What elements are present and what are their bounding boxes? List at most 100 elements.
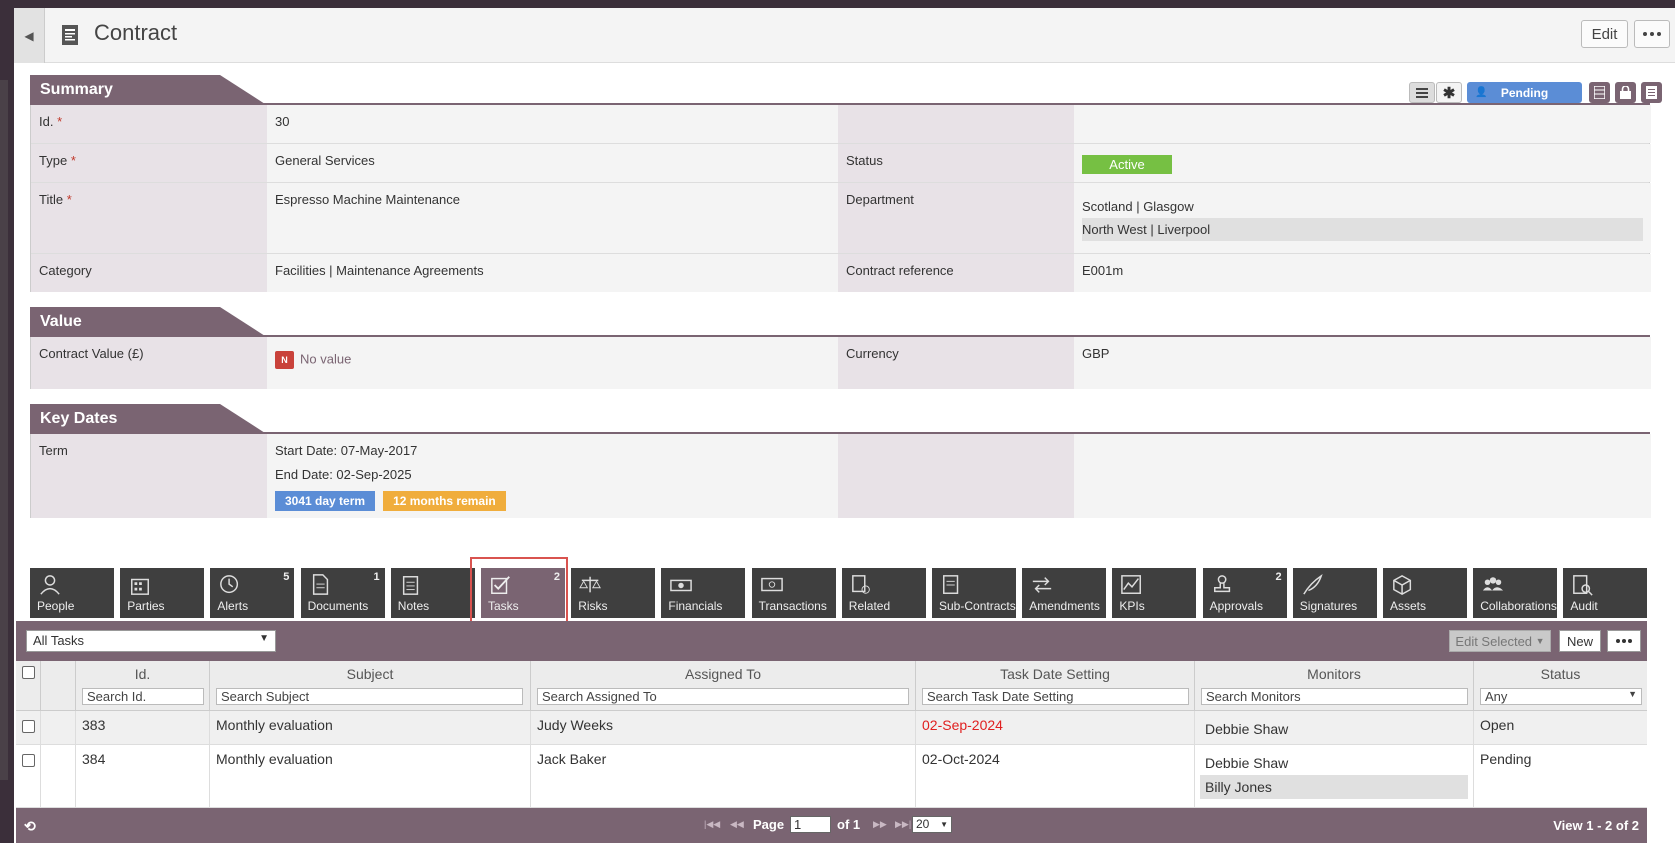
edit-button[interactable]: Edit (1581, 20, 1628, 48)
row-checkbox[interactable] (22, 720, 35, 733)
term-value-cell: Start Date: 07-May-2017 End Date: 02-Sep… (267, 434, 838, 518)
col-assigned[interactable]: Assigned To Search Assigned To (531, 661, 916, 711)
row-select-cell (16, 711, 41, 744)
search-id-input[interactable]: Search Id. (82, 688, 204, 705)
more-options-button[interactable] (1634, 20, 1670, 48)
tab-kpis[interactable]: KPIs (1112, 568, 1197, 618)
tab-collaborations[interactable]: Collaborations (1473, 568, 1558, 618)
prev-page-icon[interactable]: ◀◀ (730, 819, 744, 830)
document-button[interactable] (1641, 82, 1662, 103)
tab-transactions[interactable]: Transactions (751, 568, 836, 618)
search-date-input[interactable]: Search Task Date Setting (922, 688, 1189, 705)
arrows-icon (1033, 577, 1052, 593)
col-subject[interactable]: Subject Search Subject (210, 661, 531, 711)
col-monitors[interactable]: Monitors Search Monitors (1195, 661, 1474, 711)
dropdown-arrow-icon: ▼ (1535, 636, 1545, 646)
tab-label: Approvals (1209, 599, 1263, 613)
tab-related[interactable]: Related (841, 568, 926, 618)
no-value-badge: N (275, 351, 294, 369)
key-dates-grid: Term Start Date: 07-May-2017 End Date: 0… (30, 434, 1651, 518)
tab-people[interactable]: People (30, 568, 114, 618)
money-icon (760, 577, 783, 592)
asterisk-button[interactable]: ✱ (1436, 82, 1462, 103)
rows-per-page-select[interactable]: 20 ▼ (912, 816, 952, 833)
remain-badge: 12 months remain (383, 491, 506, 511)
tab-label: Assets (1390, 599, 1427, 613)
tab-parties[interactable]: Parties (120, 568, 205, 618)
tab-signatures[interactable]: Signatures (1292, 568, 1377, 618)
tab-sub-contracts[interactable]: Sub-Contracts (932, 568, 1016, 618)
col-status[interactable]: Status Any ▼ (1474, 661, 1647, 711)
search-subject-input[interactable]: Search Subject (216, 688, 523, 705)
page-input[interactable]: 1 (790, 816, 831, 833)
col-date[interactable]: Task Date Setting Search Task Date Settin… (916, 661, 1195, 711)
key-dates-section-header: Key Dates (30, 404, 1650, 434)
tab-count: 5 (283, 571, 290, 583)
title-value: Espresso Machine Maintenance (267, 183, 838, 253)
table-row[interactable]: 383 Monthly evaluation Judy Weeks 02-Sep… (16, 711, 1647, 745)
search-assigned-input[interactable]: Search Assigned To (537, 688, 909, 705)
new-task-button[interactable]: New (1559, 630, 1601, 652)
tab-label: KPIs (1119, 599, 1145, 613)
lock-button[interactable] (1615, 82, 1636, 103)
tab-label: Financials (668, 599, 723, 613)
monitor-name: Billy Jones (1200, 775, 1468, 799)
group-icon (1483, 577, 1504, 591)
tab-financials[interactable]: Financials (661, 568, 746, 618)
refresh-icon[interactable]: ⟲ (24, 818, 36, 835)
tab-notes[interactable]: Notes (390, 568, 475, 618)
user-icon: 👤 (1475, 87, 1488, 98)
tab-label: Alerts (217, 599, 249, 613)
status-filter-select[interactable]: Any ▼ (1480, 688, 1642, 705)
summary-heading: Summary (30, 75, 265, 104)
edit-selected-button[interactable]: Edit Selected ▼ (1449, 630, 1551, 652)
cube-icon (1393, 574, 1412, 596)
department-value: North West | Liverpool (1082, 218, 1643, 241)
task-id: 384 (76, 745, 210, 807)
list-view-button[interactable] (1409, 82, 1435, 103)
value-row: Contract Value (£) N No value Currency GB… (31, 337, 1651, 389)
last-page-icon[interactable]: ▶▶| (895, 819, 911, 830)
task-id: 383 (76, 711, 210, 744)
task-monitors: Debbie Shaw (1195, 711, 1474, 744)
term-badge: 3041 day term (275, 491, 376, 511)
table-button[interactable] (1589, 82, 1610, 103)
blank-cell (41, 711, 76, 744)
select-all-cell (16, 661, 41, 711)
tab-label: Related (848, 599, 891, 613)
task-filter-select[interactable]: All Tasks ▼ (26, 630, 276, 652)
select-all-checkbox[interactable] (21, 666, 35, 679)
search-monitors-input[interactable]: Search Monitors (1201, 688, 1468, 705)
edit-selected-label: Edit Selected (1455, 633, 1533, 649)
person-icon (40, 575, 60, 595)
empty-value-cell (1074, 434, 1651, 518)
status-label: Status (838, 144, 1074, 182)
related-docs-icon (851, 575, 870, 594)
dropdown-arrow-icon: ▼ (259, 633, 269, 644)
next-page-icon[interactable]: ▶▶ (873, 819, 887, 830)
task-subject: Monthly evaluation (210, 711, 531, 744)
status-pill[interactable]: 👤 Pending (1467, 82, 1582, 103)
col-id[interactable]: Id. Search Id. (76, 661, 210, 711)
tab-label: Documents (307, 599, 369, 613)
tasks-more-button[interactable] (1607, 630, 1641, 652)
row-checkbox[interactable] (22, 754, 35, 767)
title-label-cell: Title * (31, 183, 267, 253)
cash-icon (670, 579, 693, 592)
task-assigned: Jack Baker (531, 745, 916, 807)
status-filter-value: Any (1485, 689, 1508, 704)
tab-documents[interactable]: Documents 1 (300, 568, 385, 618)
document-icon (312, 574, 328, 595)
first-page-icon[interactable]: |◀◀ (704, 819, 720, 830)
tab-audit[interactable]: Audit (1563, 568, 1648, 618)
key-dates-heading: Key Dates (30, 404, 265, 433)
tab-assets[interactable]: Assets (1383, 568, 1467, 618)
tab-approvals[interactable]: Approvals 2 (1202, 568, 1287, 618)
tab-alerts[interactable]: Alerts 5 (210, 568, 295, 618)
table-row[interactable]: 384 Monthly evaluation Jack Baker 02-Oct… (16, 745, 1647, 808)
tab-risks[interactable]: Risks (571, 568, 656, 618)
tab-amendments[interactable]: Amendments (1022, 568, 1107, 618)
ellipsis-icon (1616, 639, 1632, 643)
summary-row-category: Category Facilities | Maintenance Agreem… (31, 254, 1651, 292)
collapse-button[interactable]: ◀ (14, 8, 45, 63)
